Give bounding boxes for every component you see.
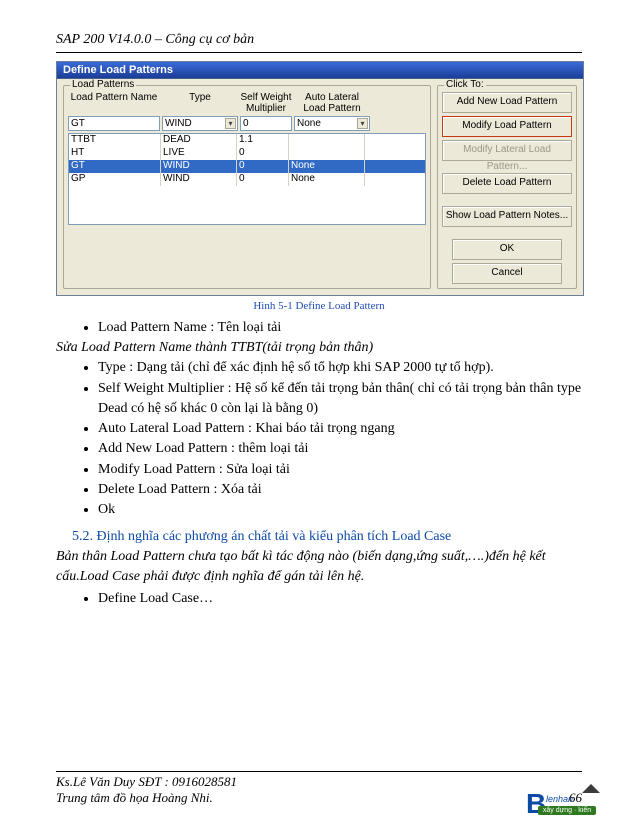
page-header: SAP 200 V14.0.0 – Công cụ cơ bản [56,32,582,48]
modify-lateral-button[interactable]: Modify Lateral Load Pattern... [442,140,572,161]
chevron-down-icon: ▾ [357,118,368,129]
col-self-weight: Self Weight Multiplier [240,92,292,114]
table-row[interactable]: GPWIND0None [69,173,425,186]
section-heading: 5.2. Định nghĩa các phương án chất tải v… [72,529,582,545]
modify-load-pattern-button[interactable]: Modify Load Pattern [442,116,572,137]
italic-note: Sửa Load Pattern Name thành TTBT(tải trọ… [56,340,582,356]
load-patterns-panel: Load Patterns Load Pattern Name Type Sel… [63,85,431,289]
list-item: Self Weight Multiplier : Hệ số kể đến tả… [98,379,582,420]
define-load-patterns-dialog: Define Load Patterns Load Patterns Load … [56,61,584,296]
input-self-weight[interactable]: 0 [240,116,292,131]
load-patterns-list[interactable]: TTBTDEAD1.1HTLIVE0GTWIND0NoneGPWIND0None [68,133,426,225]
input-type-select[interactable]: WIND ▾ [162,116,238,131]
list-item: Modify Load Pattern : Sửa loại tải [98,460,582,480]
list-item: Ok [98,500,582,520]
bullet-list-2: Type : Dạng tải (chỉ để xác định hệ số t… [76,358,582,520]
col-type: Type [162,92,238,114]
table-row[interactable]: GTWIND0None [69,160,425,173]
page-footer: Ks.Lê Văn Duy SĐT : 0916028581 Trung tâm… [56,769,582,806]
cancel-button[interactable]: Cancel [452,263,562,284]
click-panel-label: Click To: [444,79,486,90]
delete-load-pattern-button[interactable]: Delete Load Pattern [442,173,572,194]
col-auto: Auto Lateral Load Pattern [294,92,370,114]
section-body: Bản thân Load Pattern chưa tạo bất kì tá… [56,547,582,588]
input-name[interactable]: GT [68,116,160,131]
list-item: Delete Load Pattern : Xóa tải [98,480,582,500]
brand-logo: B lenhan xây dựng · kiến trúc [526,782,596,822]
dialog-title: Define Load Patterns [57,62,583,79]
chevron-down-icon: ▾ [225,118,236,129]
footer-divider [56,771,582,772]
list-item: Load Pattern Name : Tên loại tải [98,318,582,338]
bullet-list-1: Load Pattern Name : Tên loại tải [76,318,582,338]
list-item: Auto Lateral Load Pattern : Khai báo tải… [98,419,582,439]
table-row[interactable]: TTBTDEAD1.1 [69,134,425,147]
list-item: Define Load Case… [98,589,582,609]
add-load-pattern-button[interactable]: Add New Load Pattern [442,92,572,113]
footer-author: Ks.Lê Văn Duy SĐT : 0916028581 [56,774,582,790]
header-divider [56,52,582,53]
ok-button[interactable]: OK [452,239,562,260]
list-item: Type : Dạng tải (chỉ để xác định hệ số t… [98,358,582,378]
click-to-panel: Click To: Add New Load Pattern Modify Lo… [437,85,577,289]
load-panel-label: Load Patterns [70,79,136,90]
show-notes-button[interactable]: Show Load Pattern Notes... [442,206,572,227]
footer-center: Trung tâm đồ họa Hoàng Nhi. [56,790,213,806]
table-row[interactable]: HTLIVE0 [69,147,425,160]
list-item: Add New Load Pattern : thêm loại tải [98,439,582,459]
figure-caption: Hình 5-1 Define Load Pattern [56,300,582,312]
col-name: Load Pattern Name [68,92,160,114]
bullet-list-3: Define Load Case… [76,589,582,609]
input-auto-select[interactable]: None ▾ [294,116,370,131]
house-icon [582,784,600,793]
